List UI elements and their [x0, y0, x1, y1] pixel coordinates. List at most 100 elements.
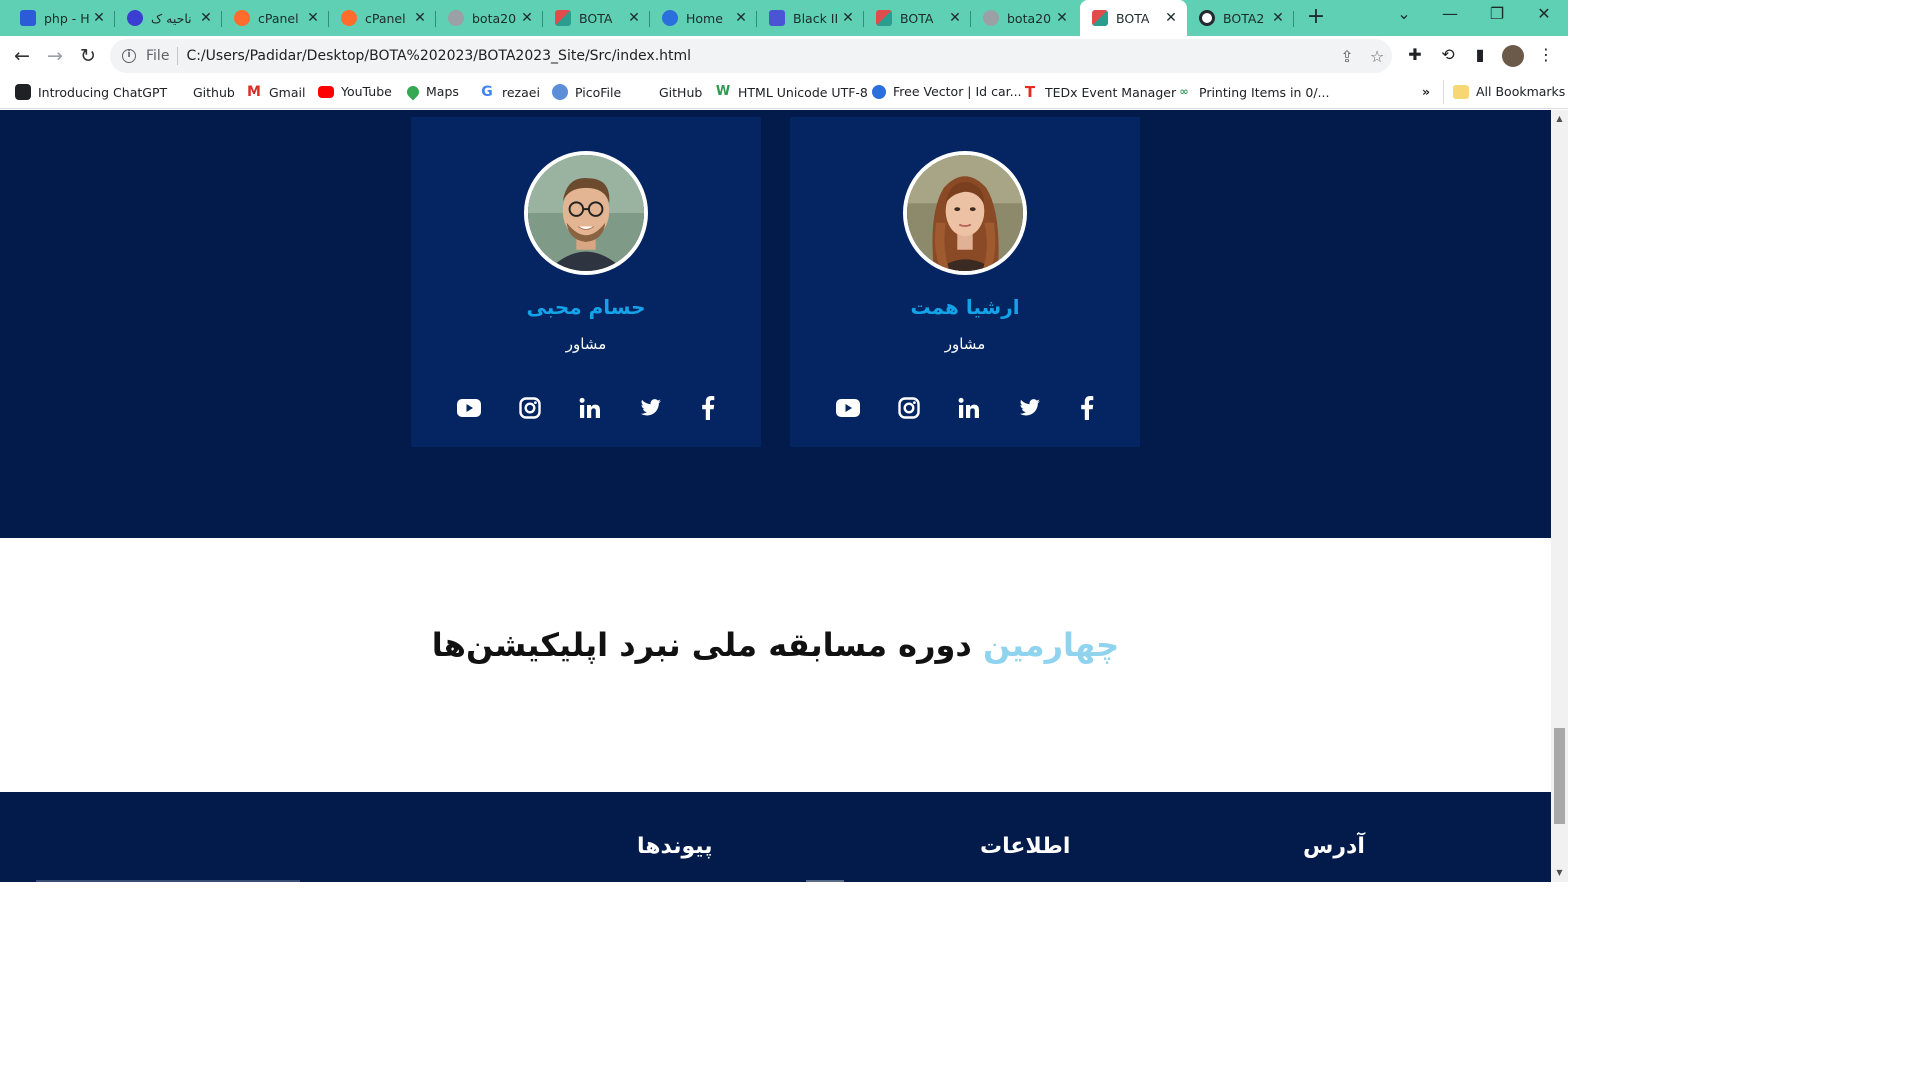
google-icon: G — [481, 84, 493, 100]
bookmark-item[interactable]: YouTube — [318, 84, 392, 99]
forward-button[interactable]: → — [42, 44, 68, 70]
bookmark-item[interactable]: Introducing ChatGPT — [15, 84, 167, 100]
bookmark-item[interactable]: T TEDx Event Manager — [1022, 84, 1176, 100]
footer-heading-links: پیوندها — [637, 834, 713, 859]
facebook-icon[interactable] — [1074, 395, 1100, 421]
bookmark-item[interactable]: Github — [170, 84, 235, 100]
linkedin-icon[interactable] — [956, 395, 982, 421]
reload-button[interactable]: ↻ — [75, 44, 101, 70]
back-button[interactable]: ← — [9, 44, 35, 70]
close-tab-icon[interactable]: ✕ — [198, 10, 214, 26]
close-tab-icon[interactable]: ✕ — [626, 10, 642, 26]
tab[interactable]: cPanel ✕ — [222, 4, 329, 32]
headline-highlight: چهارمین — [982, 626, 1120, 664]
picofile-icon — [552, 84, 568, 100]
profile-avatar[interactable] — [1502, 45, 1524, 67]
member-role: مشاور — [565, 335, 607, 353]
close-tab-icon[interactable]: ✕ — [91, 10, 107, 26]
tab-search-chevron-icon[interactable]: ⌄ — [1390, 4, 1418, 28]
close-tab-icon[interactable]: ✕ — [519, 10, 535, 26]
tab[interactable]: BOTA2 ✕ — [1187, 4, 1294, 32]
scroll-up-arrow-icon[interactable]: ▲ — [1551, 112, 1568, 126]
close-tab-icon[interactable]: ✕ — [1163, 10, 1179, 26]
scrollbar-thumb[interactable] — [1554, 728, 1565, 824]
close-tab-icon[interactable]: ✕ — [733, 10, 749, 26]
tab-title: Black II — [793, 10, 839, 26]
bookmark-item[interactable]: W HTML Unicode UTF-8 — [715, 84, 868, 100]
tab[interactable]: ناحیه ک ✕ — [115, 4, 222, 32]
menu-kebab-icon[interactable]: ⋮ — [1535, 45, 1557, 67]
chatgpt-icon — [15, 84, 31, 100]
new-tab-button[interactable]: + — [1304, 6, 1328, 30]
bookmark-label: GitHub — [659, 84, 703, 100]
linkedin-icon[interactable] — [577, 395, 603, 421]
tab[interactable]: bota20 ✕ — [971, 4, 1078, 32]
bookmark-item[interactable]: Free Vector | Id car... — [872, 84, 1022, 99]
address-bar[interactable]: i File C:/Users/Padidar/Desktop/BOTA%202… — [110, 39, 1392, 73]
globe-icon — [983, 10, 999, 26]
bookmark-label: Gmail — [269, 84, 306, 100]
bookmark-item[interactable]: G rezaei — [479, 84, 540, 100]
twitter-icon[interactable] — [1017, 395, 1043, 421]
bookmark-item[interactable]: Maps — [404, 83, 459, 100]
member-role: مشاور — [944, 335, 986, 353]
tab-title: BOTA — [1116, 10, 1150, 26]
page-scrollbar[interactable]: ▲ ▼ — [1551, 110, 1568, 882]
bookmark-label: Introducing ChatGPT — [38, 84, 168, 100]
extensions-puzzle-icon[interactable]: ✚ — [1404, 45, 1426, 67]
scroll-down-arrow-icon[interactable]: ▼ — [1551, 866, 1568, 880]
all-bookmarks-button[interactable]: All Bookmarks — [1453, 84, 1565, 99]
restore-button[interactable]: ❐ — [1483, 4, 1511, 28]
bookmark-item[interactable]: PicoFile — [552, 84, 621, 100]
divider — [177, 47, 179, 65]
minimize-button[interactable]: — — [1436, 4, 1464, 28]
w3-icon: W — [715, 84, 731, 99]
close-tab-icon[interactable]: ✕ — [1054, 10, 1070, 26]
team-section: حسام محبی مشاور ارشیا همت مشاور — [0, 110, 1551, 538]
tab[interactable]: BOTA ✕ — [864, 4, 971, 32]
bookmark-label: HTML Unicode UTF-8 — [738, 84, 868, 100]
footer-heading-info: اطلاعات — [980, 834, 1071, 859]
extension-icon[interactable]: ⟲ — [1437, 45, 1459, 67]
instagram-icon[interactable] — [517, 395, 543, 421]
freepik-icon — [872, 84, 886, 99]
close-tab-icon[interactable]: ✕ — [840, 10, 856, 26]
close-tab-icon[interactable]: ✕ — [947, 10, 963, 26]
close-tab-icon[interactable]: ✕ — [1270, 10, 1286, 26]
tab-favicon-icon — [20, 10, 36, 26]
bookmark-label: YouTube — [341, 84, 392, 99]
site-info-icon[interactable]: i — [122, 49, 136, 63]
github-icon — [1199, 10, 1215, 26]
bookmark-item[interactable]: GitHub — [636, 84, 702, 100]
tab[interactable]: bota20 ✕ — [436, 4, 543, 32]
bookmark-label: PicoFile — [575, 84, 622, 100]
bookmarks-overflow-button[interactable]: » — [1422, 84, 1430, 99]
tab-title: bota20 — [472, 10, 517, 26]
side-panel-icon[interactable]: ▮ — [1469, 45, 1491, 67]
tab[interactable]: BOTA ✕ — [543, 4, 650, 32]
close-window-button[interactable]: ✕ — [1530, 4, 1558, 28]
url-text[interactable]: C:/Users/Padidar/Desktop/BOTA%202023/BOT… — [186, 48, 1332, 64]
share-icon[interactable]: ⇪ — [1332, 47, 1362, 66]
bookmark-label: Maps — [426, 84, 459, 99]
team-member-card: ارشیا همت مشاور — [790, 117, 1140, 447]
instagram-icon[interactable] — [896, 395, 922, 421]
tab[interactable]: cPanel ✕ — [329, 4, 436, 32]
tab-title: cPanel — [365, 10, 406, 26]
bookmark-item[interactable]: ∞ Printing Items in 0/... — [1176, 84, 1329, 100]
tab[interactable]: php - H ✕ — [8, 4, 115, 32]
close-tab-icon[interactable]: ✕ — [305, 10, 321, 26]
tab[interactable]: Black II ✕ — [757, 4, 864, 32]
bookmark-item[interactable]: M Gmail — [246, 84, 305, 100]
bookmark-star-icon[interactable]: ☆ — [1362, 47, 1392, 66]
youtube-icon[interactable] — [456, 395, 482, 421]
tab-active[interactable]: BOTA ✕ — [1080, 0, 1187, 36]
bookmark-label: Github — [193, 84, 235, 100]
facebook-icon[interactable] — [695, 395, 721, 421]
twitter-icon[interactable] — [638, 395, 664, 421]
close-tab-icon[interactable]: ✕ — [412, 10, 428, 26]
bota-logo-icon — [876, 10, 892, 26]
youtube-icon[interactable] — [835, 395, 861, 421]
tab[interactable]: Home ✕ — [650, 4, 757, 32]
member-name: ارشیا همت — [910, 295, 1020, 319]
